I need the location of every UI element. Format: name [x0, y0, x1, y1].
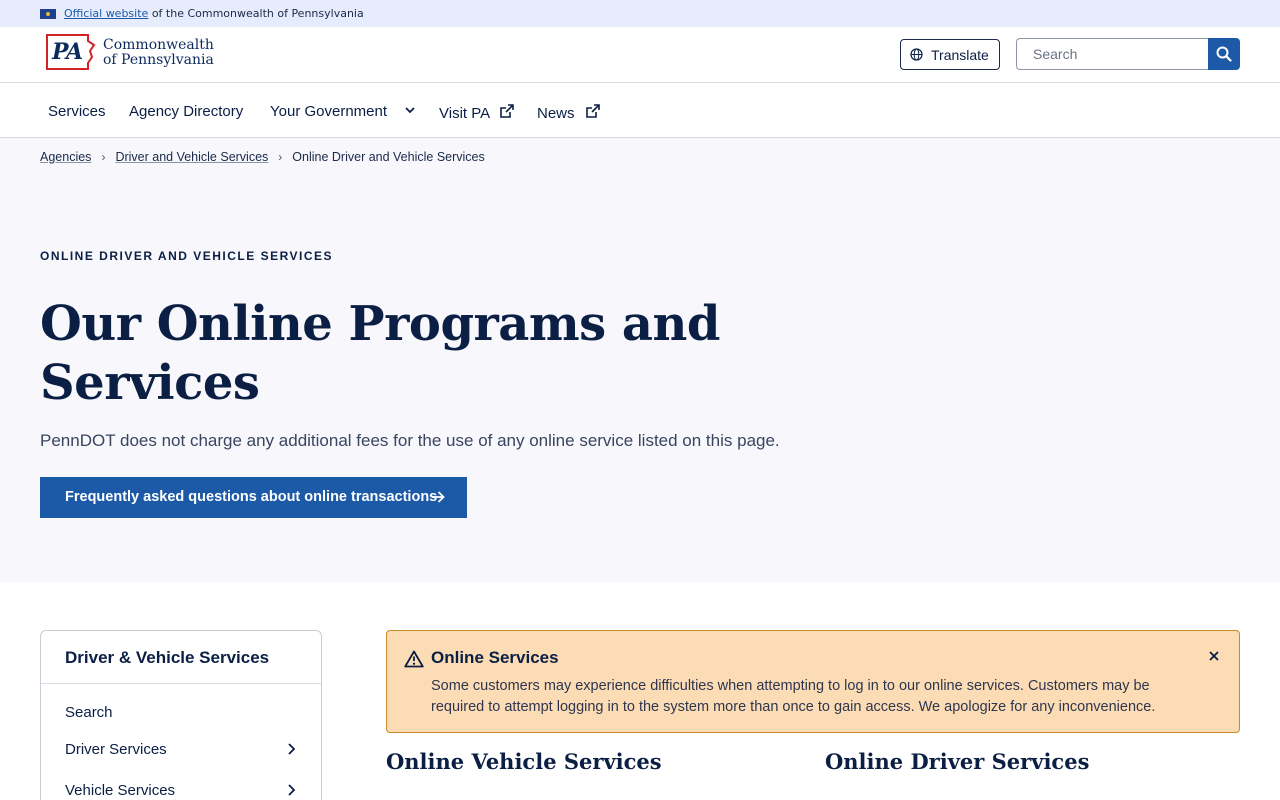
sidebar-title: Driver & Vehicle Services	[65, 648, 270, 667]
sidebar-nav: Driver & Vehicle Services Search Driver …	[40, 630, 322, 800]
hero-section: Agencies › Driver and Vehicle Services › Onl…	[0, 138, 1280, 582]
chevron-down-icon	[405, 107, 415, 114]
alert-body: Some customers may experience difficulti…	[431, 678, 1156, 715]
translate-label: Translate	[931, 47, 989, 63]
chevron-right-icon[interactable]	[286, 783, 298, 797]
nav-label: News	[537, 105, 575, 122]
search-input[interactable]: Search	[1016, 38, 1210, 70]
sidebar-item-driver-services[interactable]: Driver Services	[65, 741, 167, 758]
chevron-right-icon: ›	[278, 150, 283, 164]
official-banner: Official website of the Commonwealth of …	[0, 0, 1280, 27]
section-heading-vehicle: Online Vehicle Services	[386, 749, 662, 774]
official-banner-rest: of the Commonwealth of Pennsylvania	[151, 7, 364, 20]
main-nav: Services Agency Directory Your Governmen…	[0, 83, 1280, 138]
sidebar-divider	[41, 683, 321, 684]
pa-flag-icon	[40, 9, 56, 19]
alert-banner: Online Services Some customers may exper…	[386, 630, 1240, 733]
translate-button[interactable]: Translate	[900, 39, 1000, 70]
chevron-right-icon: ›	[101, 150, 106, 164]
nav-label: Your Government	[270, 103, 388, 120]
breadcrumb-current: Online Driver and Vehicle Services	[292, 150, 485, 164]
nav-item-news[interactable]: News	[537, 103, 601, 122]
page-subtitle: PennDOT does not charge any additional f…	[40, 431, 780, 450]
faq-button-label: Frequently asked questions about online …	[65, 489, 438, 505]
page-eyebrow: ONLINE DRIVER AND VEHICLE SERVICES	[40, 249, 334, 263]
site-header: PA Commonwealth of Pennsylvania Translat…	[0, 27, 1280, 83]
breadcrumb-link-agencies[interactable]: Agencies	[40, 150, 91, 164]
nav-item-your-government[interactable]: Your Government	[270, 103, 419, 120]
nav-label: Services	[48, 103, 106, 120]
breadcrumb: Agencies › Driver and Vehicle Services › Onl…	[40, 150, 485, 164]
nav-label: Agency Directory	[129, 103, 244, 120]
external-link-icon	[500, 104, 515, 118]
arrow-right-icon	[432, 491, 445, 503]
page-title: Our Online Programs and Services	[40, 296, 720, 411]
section-heading-driver: Online Driver Services	[825, 749, 1090, 774]
globe-icon	[910, 48, 923, 61]
nav-label: Visit PA	[439, 105, 490, 122]
sidebar-item-search[interactable]: Search	[65, 704, 113, 721]
sidebar-item-vehicle-services[interactable]: Vehicle Services	[65, 782, 175, 799]
logo-wordmark: Commonwealth of Pennsylvania	[103, 38, 214, 68]
official-banner-text: Official website of the Commonwealth of …	[64, 7, 364, 20]
alert-title: Online Services	[431, 648, 559, 667]
breadcrumb-link-driver-vehicle[interactable]: Driver and Vehicle Services	[115, 150, 268, 164]
search-icon	[1216, 46, 1232, 62]
logo-line-2: of Pennsylvania	[103, 52, 214, 68]
logo-mark-text: PA	[52, 39, 83, 65]
warning-icon	[404, 650, 424, 668]
close-icon[interactable]	[1207, 649, 1221, 663]
search-button[interactable]	[1208, 38, 1240, 70]
logo-line-1: Commonwealth	[103, 37, 214, 53]
nav-item-agency-directory[interactable]: Agency Directory	[129, 103, 243, 120]
nav-item-services[interactable]: Services	[48, 103, 106, 120]
faq-button[interactable]: Frequently asked questions about online …	[40, 477, 467, 518]
external-link-icon	[585, 104, 600, 118]
nav-item-visit-pa[interactable]: Visit PA	[439, 103, 515, 122]
pa-logo[interactable]: PA Commonwealth of Pennsylvania	[44, 32, 224, 76]
chevron-right-icon[interactable]	[286, 742, 298, 756]
official-website-link[interactable]: Official website	[64, 7, 148, 20]
